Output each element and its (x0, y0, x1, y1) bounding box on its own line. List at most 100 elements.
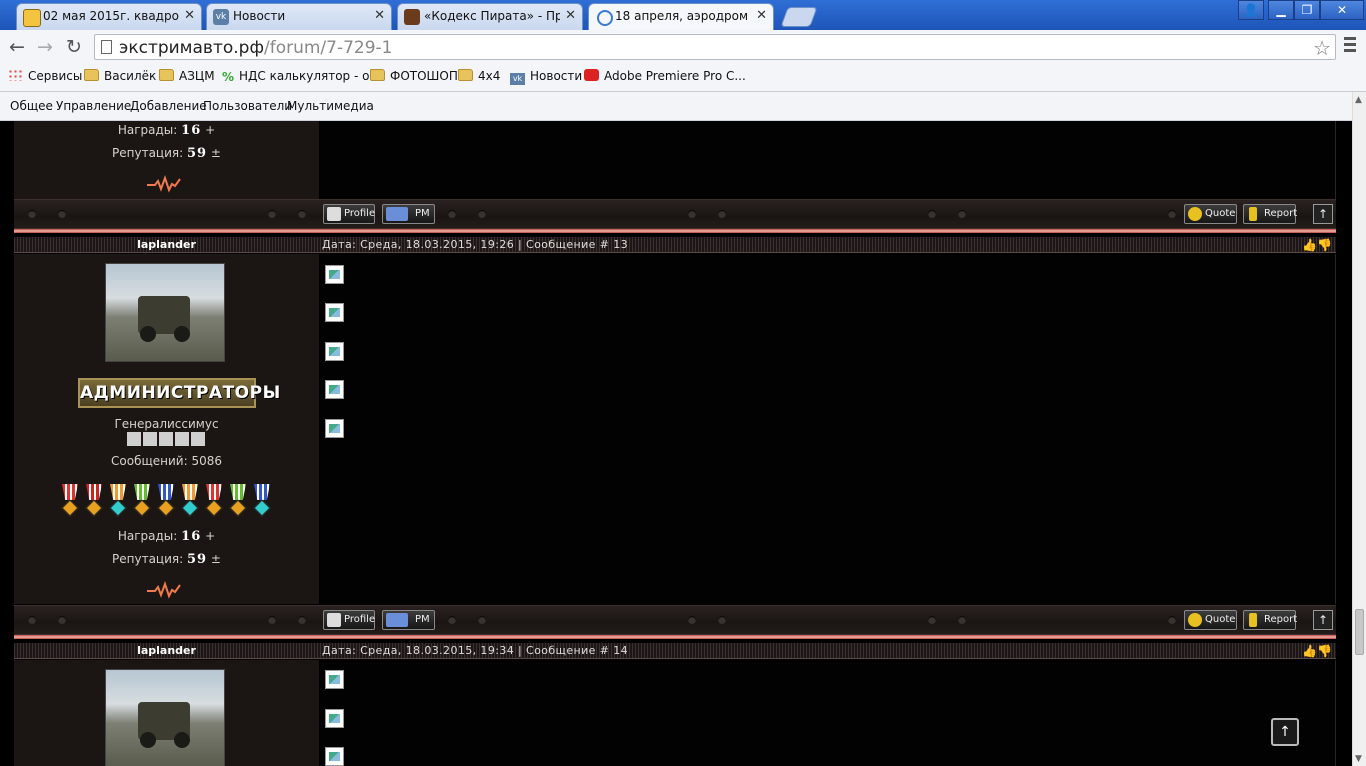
vote-icons: 👍👎 (1302, 238, 1332, 252)
bookmark-label: АЗЦМ (179, 69, 215, 83)
window-close-button[interactable]: ✕ (1320, 0, 1364, 20)
url-host: экстримавто.рф (119, 38, 264, 58)
tab-pirate-code[interactable]: «Кодекс Пирата» - Прилож ✕ (397, 3, 583, 30)
bookmark-4x4[interactable]: 4x4 (458, 69, 500, 83)
close-icon[interactable]: ✕ (374, 8, 385, 23)
quote-button[interactable]: Quote (1184, 204, 1237, 224)
address-bar[interactable]: экстримавто.рф/forum/7-729-1 ☆ (94, 34, 1336, 60)
report-label: Report (1264, 208, 1298, 219)
back-icon[interactable]: ← (6, 36, 28, 58)
broken-image-icon[interactable] (325, 265, 344, 284)
thumbs-down-icon[interactable]: 👎 (1317, 644, 1332, 658)
awards-plus[interactable]: + (205, 529, 215, 543)
rep-plusminus[interactable]: ± (211, 552, 221, 566)
post-body (320, 121, 1336, 199)
bookmark-photoshop[interactable]: ФОТОШОП (370, 69, 458, 83)
forum-content: Награды: 16 + Репутация: 59 ± Profile PM… (0, 121, 1352, 766)
new-tab-button[interactable] (780, 7, 818, 27)
folder-icon (159, 69, 174, 81)
close-icon[interactable]: ✕ (565, 8, 576, 23)
scroll-thumb[interactable] (1355, 609, 1364, 655)
profile-button[interactable]: Profile (323, 610, 375, 630)
quote-button[interactable]: Quote (1184, 610, 1237, 630)
broken-image-icon[interactable] (325, 303, 344, 322)
medal-icon (181, 484, 199, 517)
scroll-top-button[interactable]: ↑ (1313, 610, 1333, 630)
pm-label: PM (415, 208, 430, 219)
report-button[interactable]: Report (1243, 610, 1297, 630)
message-count: Сообщений: 5086 (111, 454, 222, 468)
admin-menu-multimedia[interactable]: Мультимедиа (287, 99, 374, 113)
broken-image-icon[interactable] (325, 342, 344, 361)
tab-news[interactable]: vk Новости ✕ (206, 3, 392, 30)
url-text: экстримавто.рф/forum/7-729-1 (119, 38, 393, 58)
pm-button[interactable]: PM (382, 204, 435, 224)
admin-menu-management[interactable]: Управление (56, 99, 131, 113)
reload-icon[interactable]: ↻ (63, 36, 85, 58)
broken-image-icon[interactable] (325, 419, 344, 438)
broken-image-icon[interactable] (325, 670, 344, 689)
admin-menu-users[interactable]: Пользователи (203, 99, 292, 113)
bookmark-star-icon[interactable]: ☆ (1313, 36, 1331, 60)
forward-icon[interactable]: → (34, 36, 56, 58)
bookmark-label: ФОТОШОП (390, 69, 458, 83)
avatar[interactable] (105, 263, 225, 362)
floating-scroll-top-button[interactable]: ↑ (1271, 718, 1299, 746)
broken-image-icon[interactable] (325, 709, 344, 728)
reputation-line: Репутация: 59 ± (14, 146, 319, 161)
awards-count: 16 (181, 123, 202, 138)
post-author[interactable]: laplander (14, 238, 319, 251)
broken-image-icon[interactable] (325, 747, 344, 766)
broken-image-icon[interactable] (325, 380, 344, 399)
thumbs-up-icon[interactable]: 👍 (1302, 238, 1317, 252)
menu-icon[interactable] (1344, 37, 1356, 55)
post-action-bar: Profile PM Quote Report ↑ (14, 605, 1336, 635)
bookmark-services[interactable]: Сервисы (8, 69, 82, 83)
quote-icon (1188, 207, 1202, 221)
bookmark-label: НДС калькулятор - о... (239, 69, 381, 83)
quote-icon (1188, 613, 1202, 627)
reputation-line: Репутация: 59 ± (14, 552, 319, 567)
avatar[interactable] (105, 669, 225, 766)
bookmark-azcm[interactable]: АЗЦМ (159, 69, 215, 83)
profile-icon[interactable]: 👤 (1238, 0, 1264, 20)
report-button[interactable]: Report (1243, 204, 1298, 224)
profile-label: Profile (344, 614, 376, 625)
page-icon (101, 40, 112, 54)
map-tab-icon (23, 9, 41, 27)
thumbs-down-icon[interactable]: 👎 (1317, 238, 1332, 252)
close-icon[interactable]: ✕ (184, 8, 195, 23)
restore-button[interactable]: ❐ (1294, 0, 1320, 20)
bookmark-nds[interactable]: % НДС калькулятор - о... (222, 69, 381, 84)
scroll-down-icon[interactable]: ▼ (1355, 754, 1362, 764)
page-scrollbar[interactable]: ▲ ▼ (1352, 92, 1366, 766)
bookmark-vk-news[interactable]: vk Новости (510, 69, 582, 85)
admin-menu-general[interactable]: Общее (10, 99, 53, 113)
bookmark-vasilek[interactable]: Василёк (84, 69, 156, 83)
close-icon[interactable]: ✕ (756, 8, 767, 23)
awards-line: Награды: 16 + (14, 123, 319, 138)
medal-icon (205, 484, 223, 517)
medal-icon (61, 484, 79, 517)
scroll-top-button[interactable]: ↑ (1313, 204, 1333, 224)
bookmark-label: Новости (530, 69, 583, 83)
pm-button[interactable]: PM (382, 610, 435, 630)
tab-active-aerodrome[interactable]: 18 апреля, аэродром Мясно ✕ (588, 3, 774, 30)
admin-menu-add[interactable]: Добавление (130, 99, 207, 113)
medal-icon (157, 484, 175, 517)
tab-kvadrosprint[interactable]: 02 мая 2015г. квадросприн ✕ (16, 3, 202, 30)
minimize-button[interactable]: ▁ (1268, 0, 1294, 20)
thumbs-up-icon[interactable]: 👍 (1302, 644, 1317, 658)
awards-plus[interactable]: + (205, 123, 215, 137)
rep-label: Репутация: (112, 552, 184, 566)
scroll-up-icon[interactable]: ▲ (1355, 95, 1362, 105)
awards-count: 16 (181, 529, 202, 544)
rep-plusminus[interactable]: ± (211, 146, 221, 160)
medal-icon (229, 484, 247, 517)
post-author[interactable]: laplander (14, 644, 319, 657)
profile-button[interactable]: Profile (323, 204, 375, 224)
tab-label: Новости (233, 9, 286, 23)
folder-icon (458, 69, 473, 81)
loading-tab-icon (597, 10, 613, 26)
bookmark-premiere[interactable]: Adobe Premiere Pro C... (584, 69, 746, 83)
